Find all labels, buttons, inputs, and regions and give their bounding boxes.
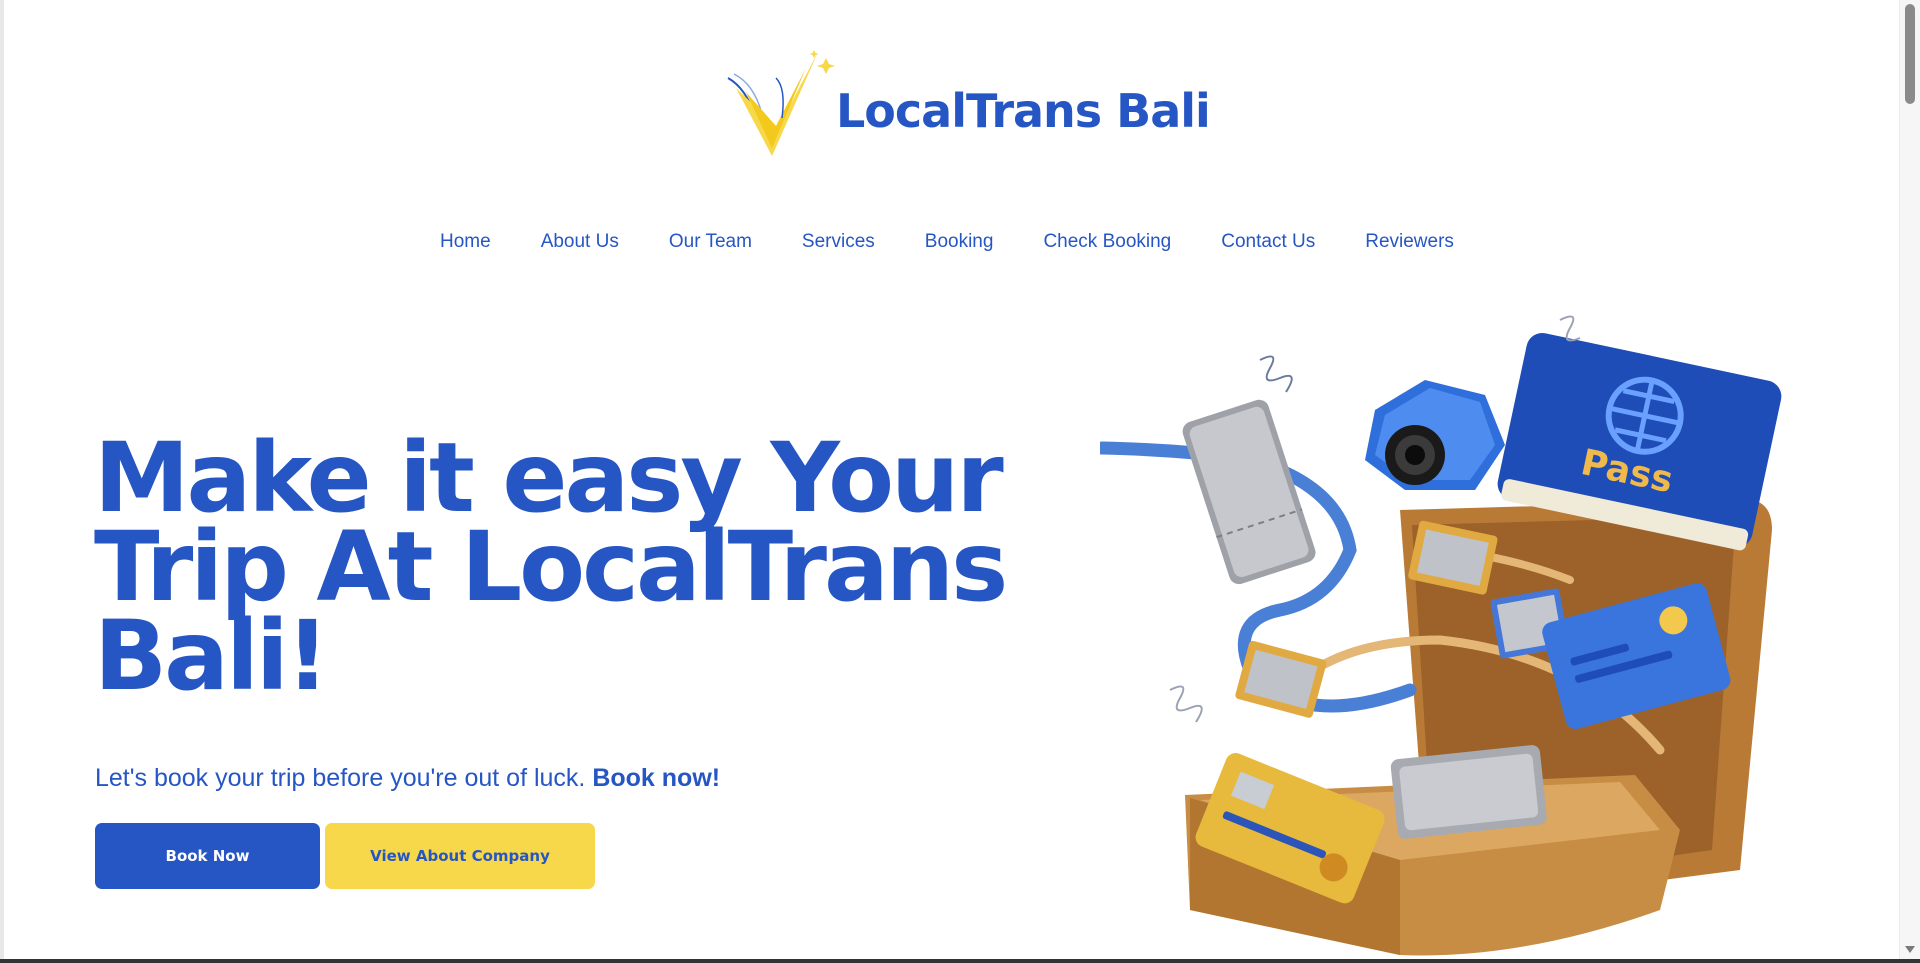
main-nav: Home About Us Our Team Services Booking …	[440, 228, 1480, 256]
checkmark-star-icon	[727, 50, 835, 156]
hero-subtitle-emphasis: Book now!	[592, 764, 721, 792]
hero-subtitle-text: Let's book your trip before you're out o…	[95, 764, 593, 792]
vertical-scrollbar[interactable]	[1899, 0, 1920, 959]
nav-item-our-team[interactable]: Our Team	[669, 231, 752, 253]
view-about-company-button[interactable]: View About Company	[325, 823, 595, 889]
nav-item-services[interactable]: Services	[802, 231, 875, 253]
brand-name: LocalTrans Bali	[836, 84, 1211, 138]
window-edge	[0, 0, 4, 963]
scrollbar-thumb[interactable]	[1905, 4, 1915, 104]
nav-item-booking[interactable]: Booking	[925, 231, 994, 253]
page-viewport: LocalTrans Bali Home About Us Our Team S…	[0, 0, 1920, 963]
nav-item-about-us[interactable]: About Us	[541, 231, 619, 253]
book-now-button[interactable]: Book Now	[95, 823, 320, 889]
travel-suitcase-passport-camera-illustration: Pass	[1095, 310, 1820, 960]
nav-item-check-booking[interactable]: Check Booking	[1043, 231, 1171, 253]
scroll-down-arrow-icon[interactable]	[1905, 946, 1915, 953]
hero-subtitle: Let's book your trip before you're out o…	[95, 764, 720, 793]
site-logo[interactable]: LocalTrans Bali	[726, 48, 1211, 163]
nav-item-home[interactable]: Home	[440, 231, 491, 253]
hero-title: Make it easy Your Trip At LocalTrans Bal…	[94, 422, 1008, 712]
nav-item-reviewers[interactable]: Reviewers	[1365, 231, 1454, 253]
nav-item-contact-us[interactable]: Contact Us	[1221, 231, 1315, 253]
window-bottom-edge	[0, 959, 1920, 963]
